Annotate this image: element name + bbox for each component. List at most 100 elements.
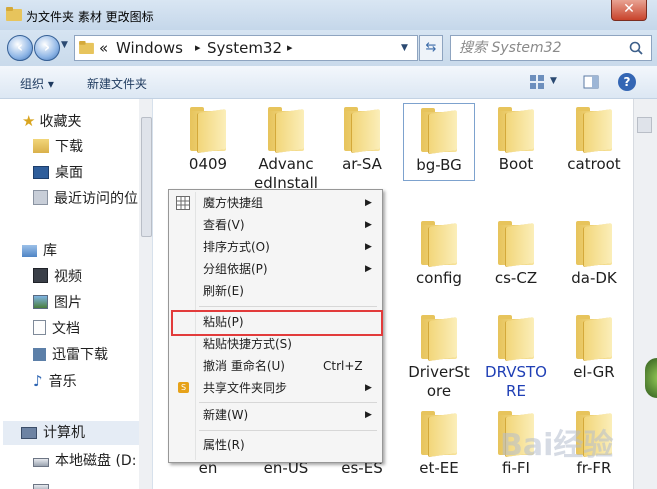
folder-icon xyxy=(574,219,614,267)
folder-label: ar-SA xyxy=(342,155,382,173)
music-icon: ♪ xyxy=(33,372,43,390)
menu-label: 魔方快捷组 xyxy=(203,196,264,210)
navigation-pane: ★ 收藏夹 下载 桌面 最近访问的位 库 视频 图片 文档 迅雷下载 ♪ 音乐 计算 xyxy=(0,99,153,489)
folder-cs-cz[interactable]: cs-CZ xyxy=(477,219,555,288)
submenu-arrow-icon: ▶ xyxy=(365,220,372,230)
help-button[interactable]: ? xyxy=(618,73,636,91)
nav-libraries[interactable]: 库 xyxy=(22,239,57,263)
preview-pane-icon[interactable] xyxy=(583,74,599,90)
folder-label-line2: ore xyxy=(426,382,452,400)
explorer-window: 为文件夹 素材 更改图标 ✕ ‹ › ▼ « Windows ▸ System3… xyxy=(0,0,657,489)
folder-icon xyxy=(79,41,94,54)
overflow-chevrons[interactable]: « xyxy=(99,36,108,60)
nav-label: 迅雷下载 xyxy=(52,347,108,363)
menu-item-share-sync[interactable]: S 共享文件夹同步 ▶ xyxy=(171,377,380,399)
window-title: 为文件夹 素材 更改图标 xyxy=(26,10,154,24)
menu-label: 排序方式(O) xyxy=(203,240,270,254)
nav-videos[interactable]: 视频 xyxy=(33,265,82,289)
folder-config[interactable]: config xyxy=(400,219,478,288)
recent-pages-dropdown[interactable]: ▼ xyxy=(61,40,68,50)
nav-label: 计算机 xyxy=(43,425,85,441)
menu-item-sort[interactable]: 排序方式(O) ▶ xyxy=(171,236,380,258)
search-box[interactable]: 搜索 System32 xyxy=(450,35,652,61)
back-button[interactable]: ‹ xyxy=(7,35,33,61)
menu-label: 属性(R) xyxy=(203,438,245,452)
folder-label: cs-CZ xyxy=(494,269,538,287)
menu-separator xyxy=(199,402,377,403)
menu-item-new[interactable]: 新建(W) ▶ xyxy=(171,404,380,426)
nav-local-disk[interactable]: 本地磁盘 (D: xyxy=(33,449,136,473)
folder-advancedinstallers[interactable]: Advanc edInstall xyxy=(247,105,325,193)
new-folder-button[interactable]: 新建文件夹 xyxy=(87,75,147,92)
title-bar: 为文件夹 素材 更改图标 ✕ xyxy=(0,0,657,30)
nav-thunder-downloads[interactable]: 迅雷下载 xyxy=(33,343,108,367)
address-bar[interactable]: « Windows ▸ System32 ▸ ▼ xyxy=(74,35,418,61)
menu-separator xyxy=(199,430,377,431)
nav-downloads[interactable]: 下载 xyxy=(33,135,83,159)
breadcrumb-arrow-icon[interactable]: ▸ xyxy=(195,36,201,60)
folder-drvstore[interactable]: DRVSTO RE xyxy=(477,313,555,401)
nav-label: 桌面 xyxy=(55,165,83,181)
library-icon xyxy=(22,245,37,257)
nav-favorites[interactable]: ★ 收藏夹 xyxy=(22,109,81,133)
nav-next-disk[interactable] xyxy=(33,475,55,489)
folder-icon xyxy=(342,105,382,153)
nav-label: 最近访问的位 xyxy=(54,191,138,207)
search-input[interactable]: 搜索 System32 xyxy=(459,36,561,60)
address-dropdown-icon[interactable]: ▼ xyxy=(401,36,408,60)
refresh-button[interactable]: ⇆ xyxy=(419,35,443,61)
folder-icon xyxy=(574,105,614,153)
nav-label: 文档 xyxy=(52,321,80,337)
folder-label: catroot xyxy=(567,155,621,173)
folder-catroot[interactable]: catroot xyxy=(555,105,633,174)
menu-item-undo-rename[interactable]: 撤消 重命名(U) Ctrl+Z xyxy=(171,355,380,377)
menu-item-paste-shortcut[interactable]: 粘贴快捷方式(S) xyxy=(171,333,380,355)
forward-button[interactable]: › xyxy=(34,35,60,61)
folder-et-ee[interactable]: et-EE xyxy=(400,409,478,478)
close-button[interactable]: ✕ xyxy=(611,0,647,21)
breadcrumb-arrow-icon[interactable]: ▸ xyxy=(287,36,293,60)
nav-label: 本地磁盘 (D: xyxy=(55,453,137,469)
folder-boot[interactable]: Boot xyxy=(477,105,555,174)
folder-icon xyxy=(419,219,459,267)
menu-item-magic-group[interactable]: 魔方快捷组 ▶ xyxy=(171,192,380,214)
folder-label: 0409 xyxy=(188,155,228,173)
folder-label: config xyxy=(416,269,462,287)
nav-pictures[interactable]: 图片 xyxy=(33,291,82,315)
nav-music[interactable]: ♪ 音乐 xyxy=(33,369,77,393)
nav-documents[interactable]: 文档 xyxy=(33,317,80,341)
menu-item-group[interactable]: 分组依据(P) ▶ xyxy=(171,258,380,280)
folder-driverstore[interactable]: DriverSt ore xyxy=(400,313,478,401)
menu-item-properties[interactable]: 属性(R) xyxy=(171,434,380,456)
folder-icon xyxy=(266,105,306,153)
breadcrumb-windows[interactable]: Windows xyxy=(116,36,183,60)
folder-da-dk[interactable]: da-DK xyxy=(555,219,633,288)
breadcrumb-system32[interactable]: System32 xyxy=(207,36,282,60)
grid-icon xyxy=(176,196,190,210)
nav-desktop[interactable]: 桌面 xyxy=(33,161,83,185)
folder-el-gr[interactable]: el-GR xyxy=(555,313,633,382)
computer-icon xyxy=(21,427,37,439)
nav-label: 视频 xyxy=(54,269,82,285)
close-icon: ✕ xyxy=(623,1,635,17)
menu-label: 撤消 重命名(U) xyxy=(203,359,285,373)
organize-button[interactable]: 组织 ▾ xyxy=(20,75,54,92)
content-scrollbar[interactable] xyxy=(633,99,657,489)
sidebar-gadget xyxy=(645,358,657,398)
folder-ar-sa[interactable]: ar-SA xyxy=(323,105,401,174)
menu-item-view[interactable]: 查看(V) ▶ xyxy=(171,214,380,236)
nav-computer[interactable]: 计算机 xyxy=(3,421,139,445)
folder-icon xyxy=(188,105,228,153)
scroll-thumb[interactable] xyxy=(637,117,652,133)
folder-icon xyxy=(419,106,459,154)
view-options-icon[interactable] xyxy=(529,74,545,90)
address-row: ‹ › ▼ « Windows ▸ System32 ▸ ▼ ⇆ 搜索 Syst… xyxy=(0,30,657,66)
nav-scroll-thumb[interactable] xyxy=(141,117,152,237)
view-dropdown-icon[interactable]: ▼ xyxy=(550,76,557,86)
nav-recent[interactable]: 最近访问的位 xyxy=(33,187,138,211)
nav-label: 下载 xyxy=(55,139,83,155)
folder-label-line2: RE xyxy=(506,382,526,400)
folder-bg-bg[interactable]: bg-BG xyxy=(403,103,475,181)
folder-0409[interactable]: 0409 xyxy=(169,105,247,174)
menu-item-refresh[interactable]: 刷新(E) xyxy=(171,280,380,302)
